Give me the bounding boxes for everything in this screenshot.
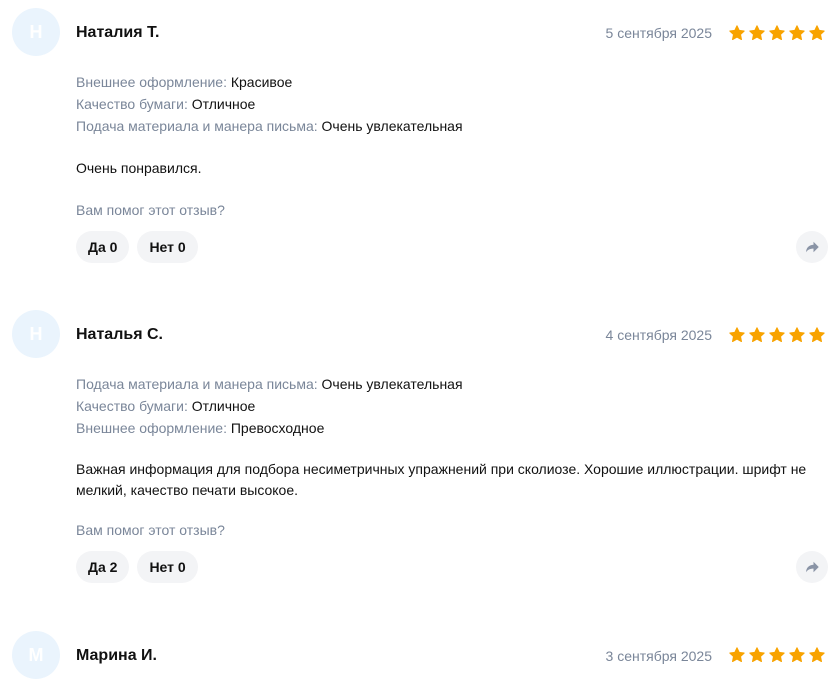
review-author: Марина И. [76, 647, 157, 664]
vote-buttons: Да 2 Нет 0 [76, 551, 198, 583]
review-attributes: Подача материала и манера письма: Очень … [76, 373, 463, 439]
rating-stars [728, 24, 826, 42]
vote-no-button[interactable]: Нет 0 [137, 551, 198, 583]
review-date: 3 сентября 2025 [605, 648, 712, 664]
review-author: Наталья С. [76, 326, 163, 343]
attribute-row: Качество бумаги: Отличное [76, 93, 463, 115]
star-icon [789, 647, 805, 663]
star-icon [789, 25, 805, 41]
star-icon [729, 25, 745, 41]
attribute-value: Отличное [191, 398, 256, 414]
attribute-name: Внешнее оформление: [76, 74, 231, 90]
star-icon [749, 327, 765, 343]
star-icon [789, 327, 805, 343]
review-attributes: Внешнее оформление: Красивое Качество бу… [76, 71, 463, 137]
attribute-row: Подача материала и манера письма: Очень … [76, 373, 463, 395]
review-author: Наталия Т. [76, 24, 160, 41]
avatar: Н [12, 310, 60, 358]
star-icon [749, 25, 765, 41]
attribute-value: Очень увлекательная [321, 376, 463, 392]
attribute-value: Отличное [191, 96, 256, 112]
attribute-value: Очень увлекательная [321, 118, 463, 134]
share-button[interactable] [796, 551, 828, 583]
attribute-row: Качество бумаги: Отличное [76, 395, 463, 417]
attribute-name: Качество бумаги: [76, 398, 192, 414]
rating-stars [728, 646, 826, 664]
attribute-name: Качество бумаги: [76, 96, 192, 112]
avatar: Н [12, 8, 60, 56]
attribute-row: Внешнее оформление: Превосходное [76, 417, 463, 439]
vote-buttons: Да 0 Нет 0 [76, 231, 198, 263]
avatar: М [12, 631, 60, 679]
vote-no-button[interactable]: Нет 0 [137, 231, 198, 263]
helpful-question: Вам помог этот отзыв? [76, 522, 225, 538]
star-icon [769, 327, 785, 343]
star-icon [809, 327, 825, 343]
star-icon [769, 647, 785, 663]
vote-yes-button[interactable]: Да 2 [76, 551, 130, 583]
attribute-row: Внешнее оформление: Красивое [76, 71, 463, 93]
share-icon [806, 561, 819, 573]
rating-stars [728, 326, 826, 344]
review-date: 5 сентября 2025 [605, 25, 712, 41]
star-icon [809, 25, 825, 41]
share-button[interactable] [796, 231, 828, 263]
review-date: 4 сентября 2025 [605, 327, 712, 343]
attribute-name: Внешнее оформление: [76, 420, 231, 436]
review-text: Важная информация для подбора несиметрич… [76, 461, 807, 498]
review-text: Очень понравился. [76, 160, 202, 176]
attribute-name: Подача материала и манера письма: [76, 376, 322, 392]
star-icon [729, 647, 745, 663]
attribute-name: Подача материала и манера письма: [76, 118, 322, 134]
attribute-value: Красивое [230, 74, 293, 90]
attribute-value: Превосходное [230, 420, 325, 436]
vote-yes-button[interactable]: Да 0 [76, 231, 130, 263]
attribute-row: Подача материала и манера письма: Очень … [76, 115, 463, 137]
helpful-question: Вам помог этот отзыв? [76, 202, 225, 218]
star-icon [749, 647, 765, 663]
star-icon [769, 25, 785, 41]
share-icon [806, 241, 819, 253]
star-icon [809, 647, 825, 663]
star-icon [729, 327, 745, 343]
